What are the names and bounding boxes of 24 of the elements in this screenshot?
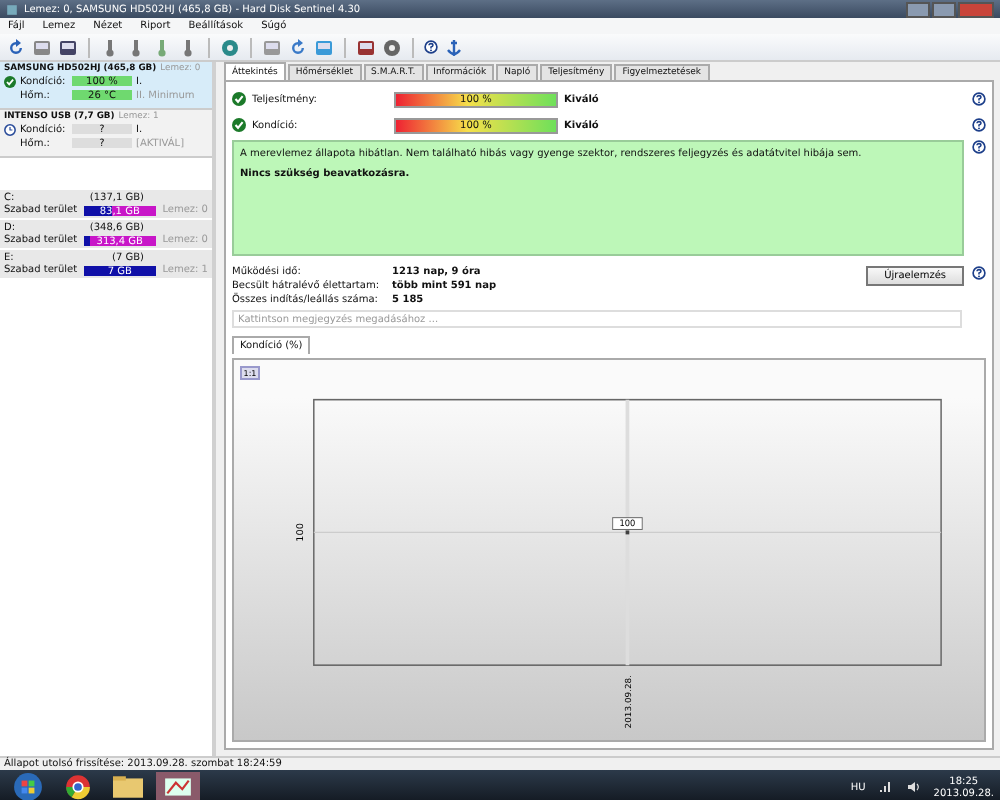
- anchor-icon[interactable]: [444, 37, 464, 57]
- thermometer-icon[interactable]: [126, 37, 146, 57]
- minimize-button[interactable]: [906, 1, 930, 17]
- help-icon[interactable]: [424, 40, 438, 54]
- check-icon: [232, 92, 246, 106]
- check-icon: [232, 118, 246, 132]
- refresh-icon[interactable]: [6, 37, 26, 57]
- app-icon[interactable]: [156, 772, 200, 800]
- help-icon[interactable]: [972, 140, 986, 154]
- data-label-box: [612, 517, 643, 530]
- speaker-icon[interactable]: [905, 780, 922, 794]
- refresh-icon[interactable]: [288, 37, 308, 57]
- signal-icon[interactable]: [877, 780, 894, 794]
- thermometer-icon[interactable]: [100, 37, 120, 57]
- monitor-icon[interactable]: [356, 37, 376, 57]
- maximize-button[interactable]: [932, 1, 956, 17]
- help-icon[interactable]: [972, 92, 986, 106]
- help-icon[interactable]: [972, 118, 986, 132]
- app-icon: [6, 3, 18, 15]
- check-icon: [4, 75, 16, 87]
- clock-icon: [4, 123, 16, 135]
- thermometer-icon[interactable]: [152, 37, 172, 57]
- help-icon[interactable]: [972, 266, 986, 280]
- thermometer-icon[interactable]: [178, 37, 198, 57]
